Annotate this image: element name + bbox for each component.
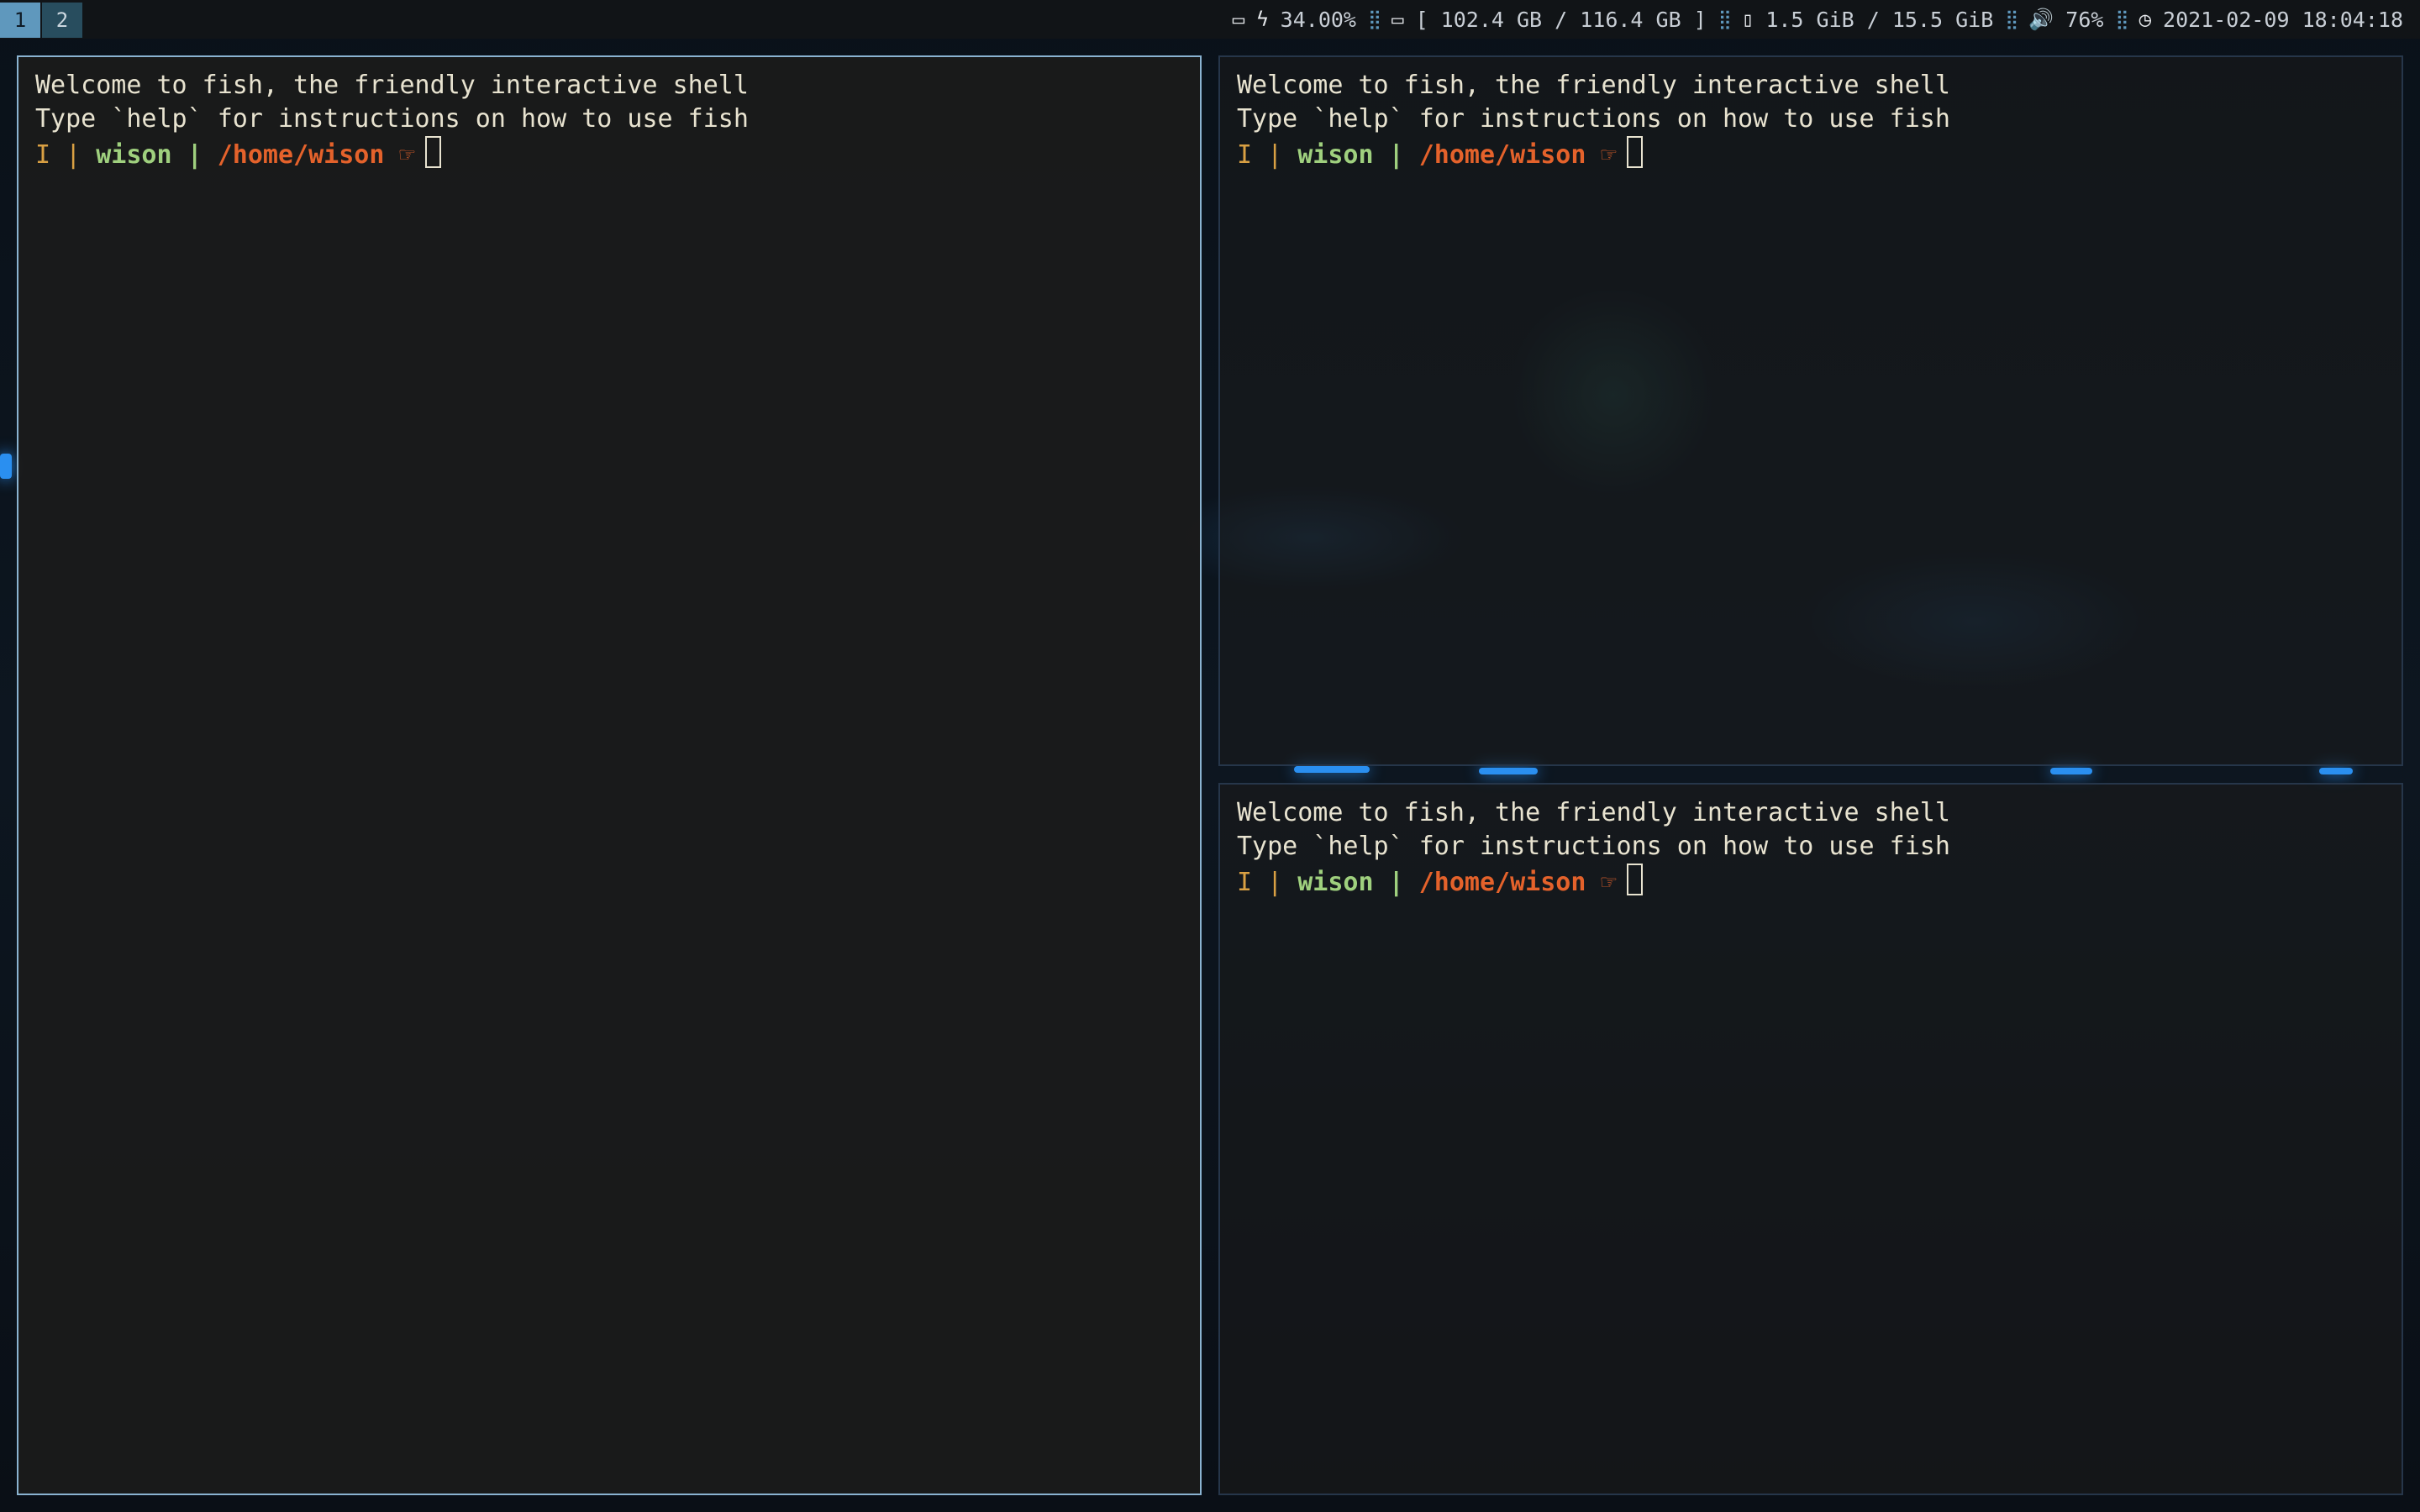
lightning-icon: ϟ [1256,8,1269,31]
help-line: Type `help` for instructions on how to u… [1237,104,1950,134]
memory-chip-icon: ▯ [1741,8,1754,31]
prompt-line[interactable]: I | wison | /home/wison ☞ [35,136,1183,172]
memory-usage: 1.5 GiB / 15.5 GiB [1765,7,1994,32]
battery-icon: ▭ [1232,8,1245,31]
wallpaper-glow [1294,766,1370,773]
prompt-path: /home/wison [1418,140,1586,170]
status-bar: 1 2 ▭ ϟ 34.00% ⣿ ▭ [ 102.4 GB / 116.4 GB… [0,0,2420,39]
prompt-divider: | [1388,868,1404,897]
welcome-line: Welcome to fish, the friendly interactiv… [1237,71,1950,100]
wallpaper-glow [1479,768,1538,774]
volume-level: 76% [2065,7,2104,32]
prompt-divider: | [1267,140,1283,170]
prompt-user: wison [1297,140,1374,170]
wallpaper-glow [2319,768,2353,774]
disk-usage: [ 102.4 GB / 116.4 GB ] [1415,7,1707,32]
clock-icon: ◷ [2139,8,2152,31]
terminal-left[interactable]: Welcome to fish, the friendly interactiv… [17,55,1202,1495]
welcome-line: Welcome to fish, the friendly interactiv… [1237,798,1950,827]
status-blocks: ▭ ϟ 34.00% ⣿ ▭ [ 102.4 GB / 116.4 GB ] ⣿… [1233,8,2420,32]
prompt-mode: I [35,140,51,170]
wallpaper-glow [0,454,12,479]
welcome-line: Welcome to fish, the friendly interactiv… [35,71,749,100]
prompt-line[interactable]: I | wison | /home/wison ☞ [1237,864,2385,900]
prompt-path: /home/wison [217,140,385,170]
prompt-mode: I [1237,140,1253,170]
wallpaper-glow [2050,768,2092,774]
pointing-hand-icon: ☞ [1601,868,1617,897]
prompt-divider: | [187,140,203,170]
hard-drive-icon: ▭ [1392,8,1404,31]
help-line: Type `help` for instructions on how to u… [1237,832,1950,861]
separator-icon: ⣿ [1718,8,1732,30]
prompt-user: wison [1297,868,1374,897]
text-cursor[interactable] [1626,864,1643,895]
separator-icon: ⣿ [2005,8,2018,30]
separator-icon: ⣿ [1367,8,1381,30]
prompt-path: /home/wison [1418,868,1586,897]
pointing-hand-icon: ☞ [399,140,415,170]
prompt-user: wison [96,140,172,170]
workspace-button-2[interactable]: 2 [42,3,82,38]
workspace-button-1[interactable]: 1 [0,3,40,38]
speaker-icon: 🔊 [2028,8,2054,31]
text-cursor[interactable] [1626,136,1643,168]
text-cursor[interactable] [424,136,441,168]
prompt-line[interactable]: I | wison | /home/wison ☞ [1237,136,2385,172]
prompt-divider: | [1388,140,1404,170]
help-line: Type `help` for instructions on how to u… [35,104,749,134]
separator-icon: ⣿ [2115,8,2128,30]
datetime: 2021-02-09 18:04:18 [2163,7,2403,32]
prompt-divider: | [1267,868,1283,897]
battery-level: 34.00% [1280,7,1356,32]
terminal-bottom-right[interactable]: Welcome to fish, the friendly interactiv… [1218,783,2403,1495]
prompt-divider: | [66,140,82,170]
terminal-top-right[interactable]: Welcome to fish, the friendly interactiv… [1218,55,2403,766]
prompt-mode: I [1237,868,1253,897]
pointing-hand-icon: ☞ [1601,140,1617,170]
